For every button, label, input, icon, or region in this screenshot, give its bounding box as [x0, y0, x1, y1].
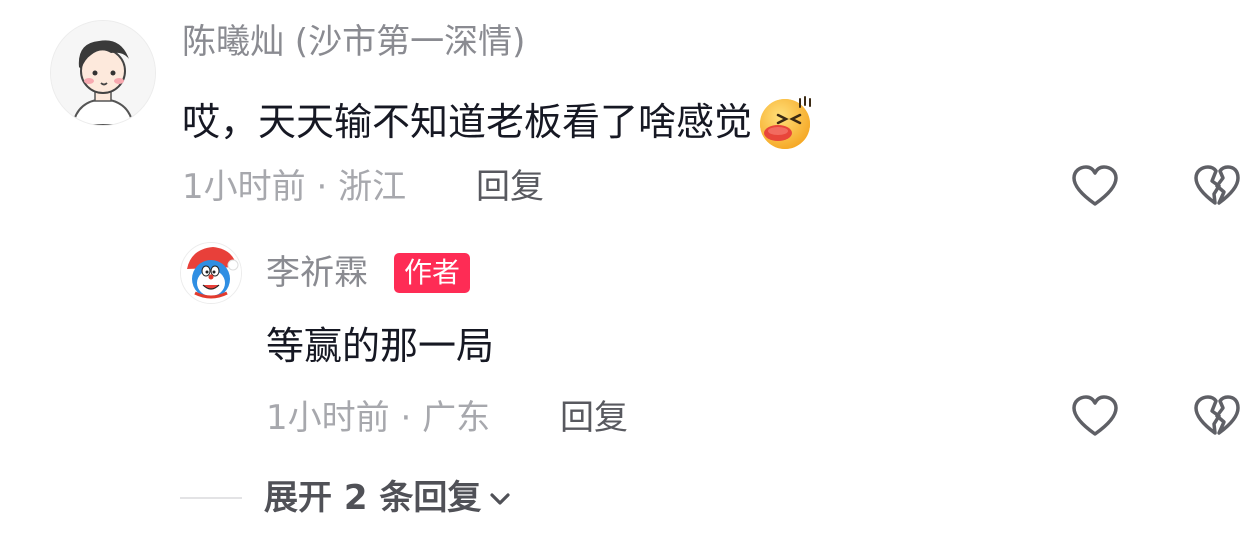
meta-separator: ·: [316, 167, 339, 207]
heart-outline-icon[interactable]: [1070, 392, 1120, 442]
comment-time: 1小时前: [182, 167, 306, 207]
blushing-kiss-emoji: [756, 93, 814, 151]
expand-replies-label: 展开 2 条回复: [264, 478, 482, 518]
avatar[interactable]: [180, 242, 242, 304]
comment-username[interactable]: 陈曦灿 (沙市第一深情): [182, 22, 525, 62]
comment-text: 哎，天天输不知道老板看了啥感觉: [182, 100, 753, 144]
comment-content: 哎，天天输不知道老板看了啥感觉: [182, 93, 814, 151]
reply-username[interactable]: 李祈霖: [266, 253, 368, 293]
heart-outline-icon[interactable]: [1070, 162, 1120, 212]
reply-content: 等赢的那一局: [266, 323, 494, 369]
reply-time: 1小时前: [266, 398, 390, 438]
author-badge: 作者: [394, 253, 471, 293]
reply-button[interactable]: 回复: [476, 167, 544, 207]
comment-meta: 1小时前 · 浙江: [182, 167, 406, 207]
broken-heart-icon[interactable]: [1192, 162, 1242, 212]
avatar[interactable]: [50, 20, 156, 126]
reply-text: 等赢的那一局: [266, 324, 495, 368]
broken-heart-icon[interactable]: [1192, 392, 1242, 442]
reply-meta: 1小时前 · 广东: [266, 398, 490, 438]
chevron-down-icon: [485, 483, 515, 513]
comment-location: 浙江: [338, 167, 407, 207]
reply-location: 广东: [422, 398, 491, 438]
meta-separator: ·: [400, 398, 423, 438]
expand-replies-button[interactable]: 展开 2 条回复: [264, 478, 515, 518]
expand-divider: [180, 497, 242, 499]
reply-button[interactable]: 回复: [560, 398, 628, 438]
